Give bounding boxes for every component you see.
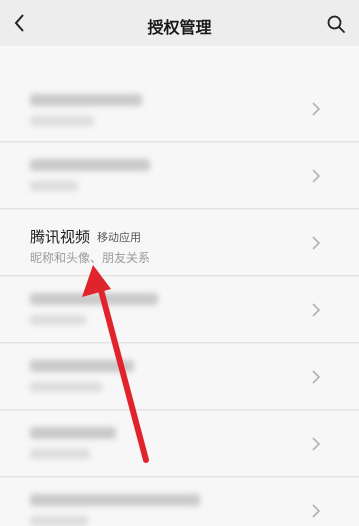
list-top-spacer xyxy=(0,46,359,76)
chevron-right-icon xyxy=(312,169,321,183)
search-icon xyxy=(327,15,345,33)
blurred-text xyxy=(30,116,94,126)
blurred-text xyxy=(30,315,86,325)
chevron-right-icon xyxy=(312,236,321,250)
search-button[interactable] xyxy=(323,11,349,37)
list-item[interactable] xyxy=(0,76,359,142)
list-item[interactable] xyxy=(0,478,359,526)
nav-bar: 授权管理 xyxy=(0,0,359,46)
permission-description: 昵称和头像、朋友关系 xyxy=(30,251,151,265)
blurred-text xyxy=(30,516,88,526)
app-name: 腾讯视频 xyxy=(30,228,91,246)
chevron-right-icon xyxy=(312,102,321,116)
chevron-right-icon xyxy=(312,437,321,451)
blurred-text xyxy=(30,360,134,372)
list-item[interactable] xyxy=(0,411,359,477)
app-type-tag: 移动应用 xyxy=(97,231,141,244)
list-item[interactable] xyxy=(0,344,359,410)
list-item[interactable] xyxy=(0,143,359,209)
chevron-right-icon xyxy=(312,504,321,518)
list-item-tencent-video[interactable]: 腾讯视频 移动应用 昵称和头像、朋友关系 xyxy=(0,210,359,276)
blurred-text xyxy=(30,494,200,506)
chevron-right-icon xyxy=(312,370,321,384)
page-title: 授权管理 xyxy=(147,18,212,37)
blurred-text xyxy=(30,427,116,439)
blurred-text xyxy=(30,293,158,305)
blurred-text xyxy=(30,449,90,459)
blurred-text xyxy=(30,181,78,191)
authorization-list: 腾讯视频 移动应用 昵称和头像、朋友关系 xyxy=(0,46,359,526)
list-item[interactable] xyxy=(0,277,359,343)
blurred-text xyxy=(30,382,102,392)
blurred-text xyxy=(30,159,150,171)
blurred-text xyxy=(30,94,142,106)
chevron-right-icon xyxy=(312,303,321,317)
